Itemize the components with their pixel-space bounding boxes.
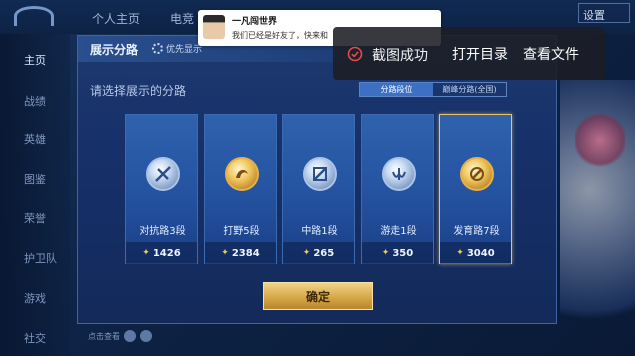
sidebar-item-social[interactable]: 社交 [24, 330, 46, 346]
open-directory-button[interactable]: 打开目录 [452, 44, 508, 64]
lane-card-label: 中路1段 [301, 226, 338, 237]
lane-card-mid[interactable]: 中路1段 ✦ 265 [282, 114, 355, 264]
lane-card-points-value: 350 [392, 247, 414, 259]
lane-card-farm[interactable]: 发育路7段 ✦ 3040 [439, 114, 512, 264]
screenshot-toast: 截图成功 打开目录 查看文件 [333, 27, 605, 80]
lane-card-label: 游走1段 [380, 226, 417, 237]
farm-lane-icon [470, 167, 484, 181]
sidebar: 主页 战绩 英雄 图鉴 荣誉 护卫队 游戏 社交 [0, 34, 70, 356]
lane-card-points: ✦ 350 [362, 242, 433, 264]
points-icon: ✦ [456, 248, 464, 258]
game-logo [14, 6, 54, 26]
hero-artwork-accent [575, 110, 625, 170]
sidebar-item-guard[interactable]: 护卫队 [24, 250, 57, 266]
view-file-button[interactable]: 查看文件 [523, 44, 579, 64]
rank-badge [382, 157, 416, 191]
sidebar-item-home[interactable]: 主页 [24, 52, 46, 68]
bottom-strip-label[interactable]: 点击查看 [88, 331, 120, 342]
lane-card-points-value: 2384 [231, 247, 260, 259]
modal-subtitle: 请选择展示的分路 [90, 84, 187, 98]
lane-card-points: ✦ 2384 [205, 242, 276, 264]
mid-lane-icon [313, 167, 327, 181]
lane-card-points-value: 265 [313, 247, 335, 259]
gear-icon [152, 43, 163, 54]
settings-label[interactable]: 设置 [583, 7, 605, 23]
lane-card-list: 对抗路3段 ✦ 1426 打野5段 ✦ 2384 中路1段 ✦ 265 游走1段… [125, 114, 515, 264]
lane-card-points: ✦ 265 [283, 242, 354, 264]
lane-card-label: 打野5段 [223, 226, 260, 237]
points-icon: ✦ [381, 248, 390, 258]
sword-icon [155, 166, 171, 182]
lane-card-top[interactable]: 对抗路3段 ✦ 1426 [125, 114, 198, 264]
bottom-strip: 点击查看 [88, 330, 152, 342]
rank-badge [303, 157, 337, 191]
visitor-avatar[interactable] [124, 330, 136, 342]
check-circle-icon [347, 46, 363, 62]
friend-message: 我们已经是好友了，快来和 [232, 31, 328, 40]
rank-badge [146, 157, 180, 191]
lane-card-jungle[interactable]: 打野5段 ✦ 2384 [204, 114, 277, 264]
friend-name: 一凡闯世界 [232, 17, 278, 27]
lane-card-label: 对抗路3段 [139, 226, 186, 237]
rank-badge [225, 157, 259, 191]
priority-display-label: 优先显示 [166, 45, 203, 55]
switch-option-peak-lane[interactable]: 巅峰分路(全国) [433, 83, 506, 96]
lane-card-roam[interactable]: 游走1段 ✦ 350 [361, 114, 434, 264]
sidebar-item-heroes[interactable]: 英雄 [24, 131, 46, 147]
rank-type-switch: 分路段位 巅峰分路(全国) [359, 82, 507, 97]
modal-title: 展示分路 [90, 43, 139, 57]
jungle-icon [236, 169, 248, 178]
lane-card-points: ✦ 3040 [440, 242, 511, 264]
lane-card-points-value: 1426 [152, 247, 181, 259]
tab-profile[interactable]: 个人主页 [92, 10, 140, 27]
screenshot-status: 截图成功 [372, 48, 428, 64]
points-icon: ✦ [221, 248, 229, 258]
lane-card-label: 发育路7段 [453, 226, 500, 237]
lane-card-points: ✦ 1426 [126, 242, 197, 264]
points-icon: ✦ [302, 248, 311, 258]
rank-badge [460, 157, 494, 191]
confirm-button[interactable]: 确定 [263, 282, 373, 310]
tab-esports[interactable]: 电竞 [170, 10, 194, 27]
sidebar-item-games[interactable]: 游戏 [24, 290, 46, 306]
priority-display-toggle[interactable]: 优先显示 [152, 41, 202, 56]
visitor-avatar[interactable] [140, 330, 152, 342]
switch-option-lane-rank[interactable]: 分路段位 [360, 83, 433, 96]
sidebar-item-codex[interactable]: 图鉴 [24, 171, 46, 187]
lane-card-points-value: 3040 [466, 247, 495, 259]
sidebar-item-record[interactable]: 战绩 [24, 93, 46, 109]
sidebar-item-honor[interactable]: 荣誉 [24, 210, 46, 226]
roam-icon [392, 168, 406, 180]
points-icon: ✦ [142, 248, 150, 258]
avatar [203, 15, 225, 39]
